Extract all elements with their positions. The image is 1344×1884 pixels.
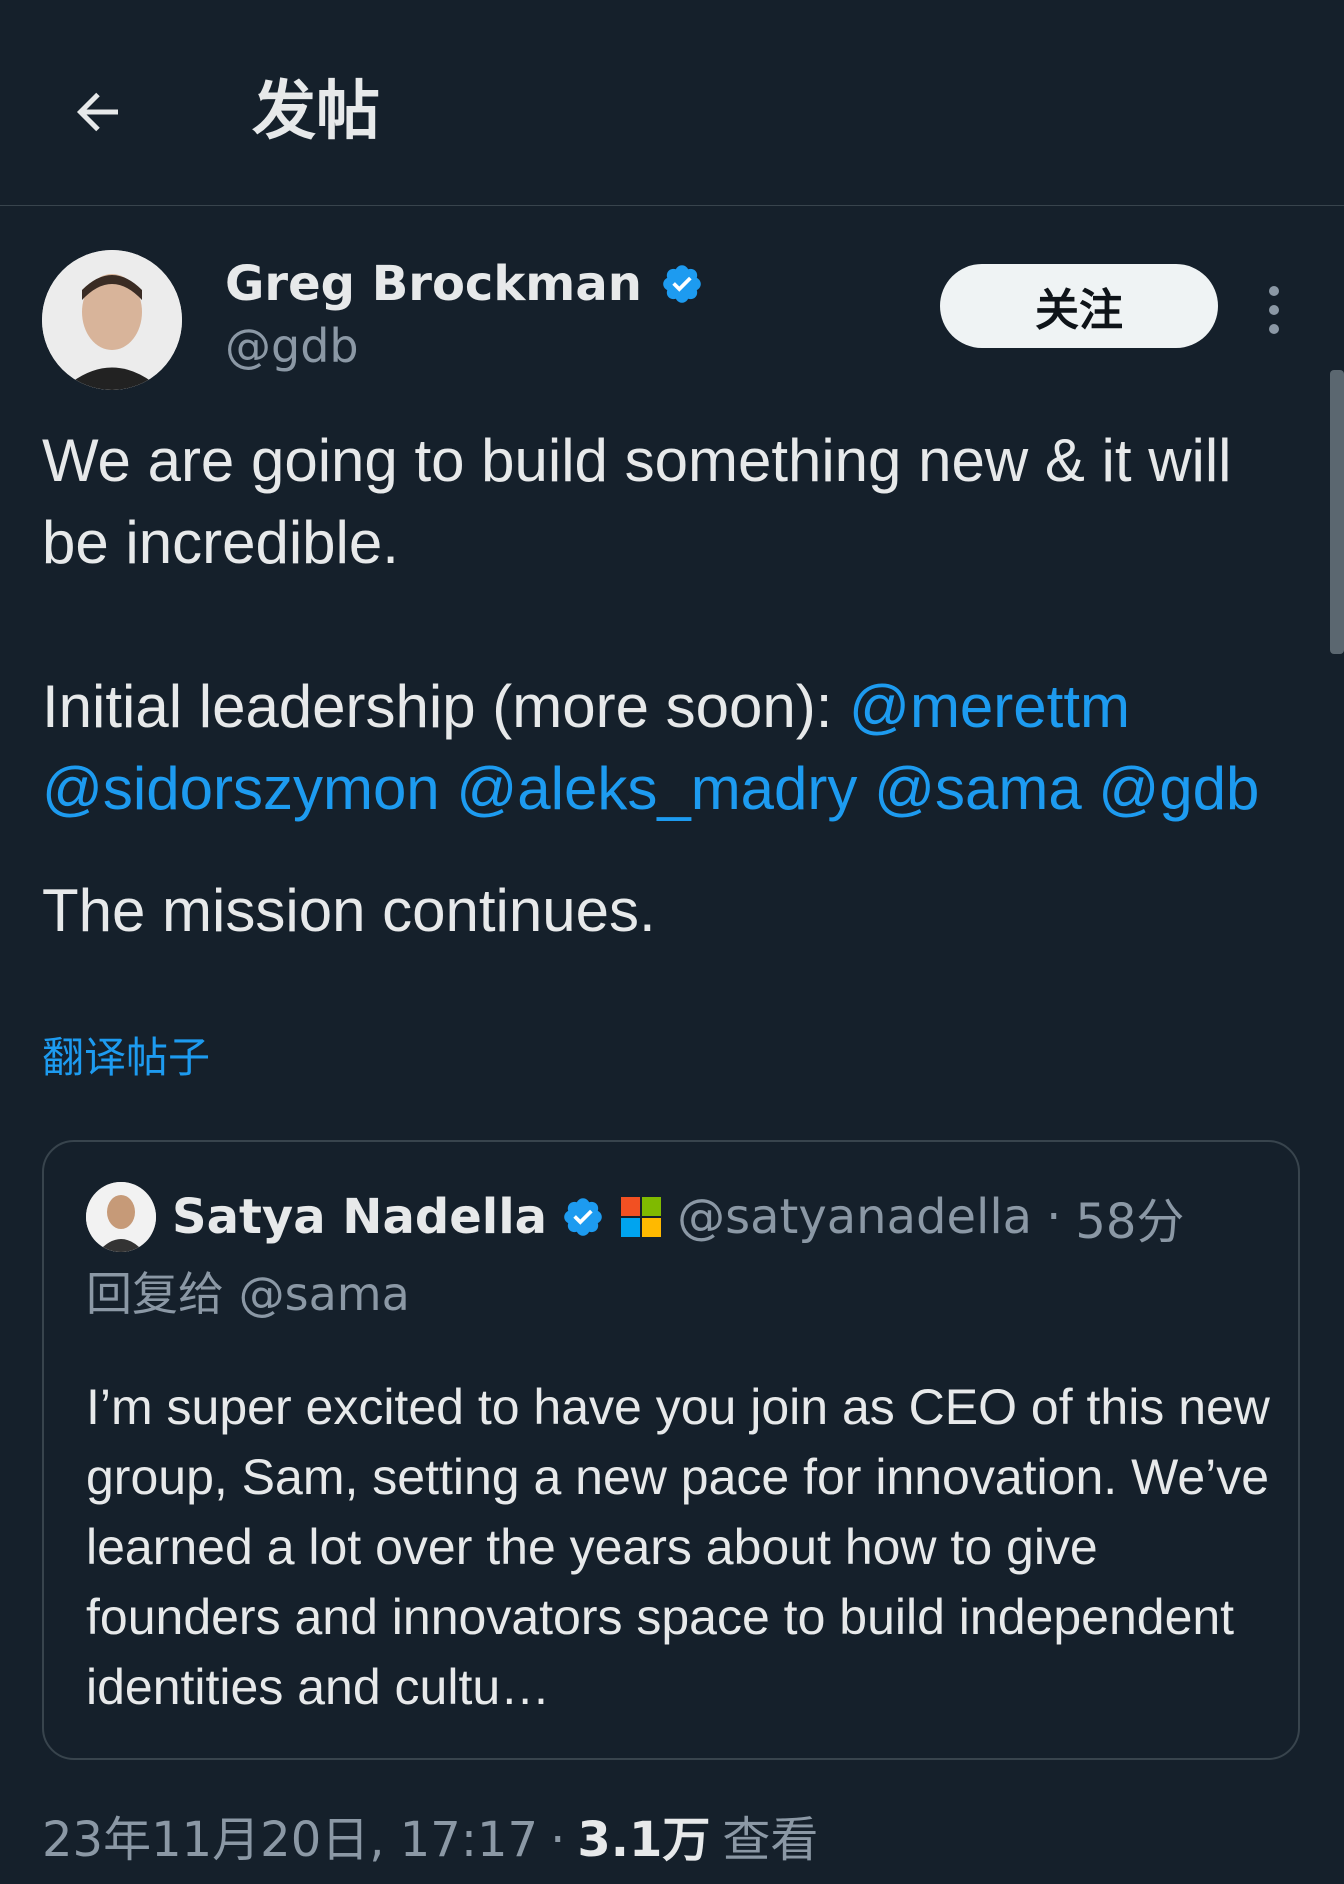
quote-author-name: Satya Nadella <box>172 1189 548 1245</box>
mention-link[interactable]: @aleks_madry <box>456 755 857 822</box>
author-name[interactable]: Greg Brockman <box>225 254 704 314</box>
reply-to-handle: @sama <box>238 1267 410 1321</box>
verified-badge-icon <box>663 265 701 303</box>
leadership-text: Initial leadership (more soon): <box>42 673 850 740</box>
scrollbar[interactable] <box>1330 370 1344 654</box>
views-count: 3.1万 <box>577 1812 711 1868</box>
views-label: 查看 <box>722 1812 819 1868</box>
arrow-left-icon <box>76 92 118 132</box>
translate-post-link[interactable]: 翻译帖子 <box>42 1030 210 1086</box>
more-options-button[interactable] <box>1254 280 1294 340</box>
quote-header: Satya Nadella @satyanadella · 58分 <box>172 1182 1184 1252</box>
mission-text: The mission continues. <box>42 877 656 944</box>
more-dots-icon <box>1269 286 1279 296</box>
quote-text: I’m super excited to have you join as CE… <box>86 1379 1270 1715</box>
post-timestamp[interactable]: 23年11月20日, 17:17 <box>42 1808 538 1872</box>
author-handle[interactable]: @gdb <box>225 318 359 374</box>
avatar-photo <box>86 1182 156 1252</box>
page-title: 发帖 <box>252 75 380 149</box>
quoted-post-card[interactable]: Satya Nadella @satyanadella · 58分 回复给 @s… <box>42 1140 1300 1760</box>
post-text: We are going to build something new & it… <box>42 420 1312 952</box>
mention-link[interactable]: @gdb <box>1098 755 1259 822</box>
author-avatar[interactable] <box>42 250 182 390</box>
microsoft-affiliate-icon <box>621 1197 662 1237</box>
post-metadata: 23年11月20日, 17:17 · 3.1万 查看 <box>42 1808 818 1872</box>
verified-badge-icon <box>564 1198 602 1236</box>
quote-author-handle: @satyanadella <box>677 1189 1033 1245</box>
follow-button[interactable]: 关注 <box>940 264 1218 348</box>
top-bar: 发帖 <box>0 0 1344 206</box>
quote-time: 58分 <box>1075 1194 1185 1250</box>
back-button[interactable] <box>58 72 138 152</box>
avatar-photo <box>42 250 182 390</box>
mention-link[interactable]: @sidorszymon <box>42 755 440 822</box>
reply-context: 回复给 @sama <box>86 1267 410 1321</box>
mention-link[interactable]: @sama <box>874 755 1082 822</box>
mention-link[interactable]: @merettm <box>849 673 1130 740</box>
quote-author-avatar <box>86 1182 156 1252</box>
